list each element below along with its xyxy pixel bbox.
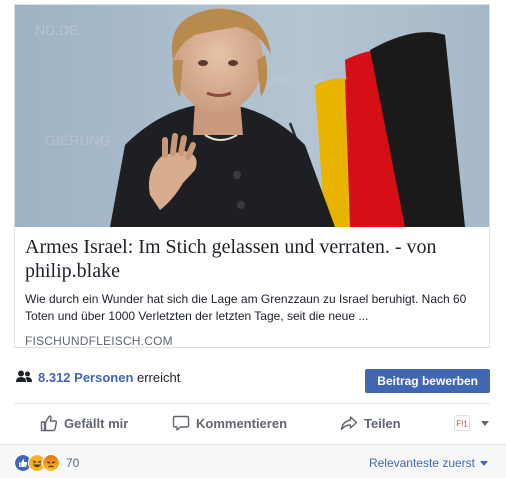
svg-text:F!1: F!1 [456,420,468,429]
sort-label: Relevanteste zuerst [368,456,475,470]
post-as-selector[interactable]: F!1 [454,404,489,442]
share-label: Teilen [364,415,401,431]
reach-count-link[interactable]: 8.312 Personen [38,370,133,385]
reach-text: 8.312 Personen erreicht [38,370,180,386]
link-preview-body: Armes Israel: Im Stich gelassen und verr… [25,235,481,348]
like-label: Gefällt mir [64,415,129,431]
comment-sort-dropdown[interactable]: Relevanteste zuerst [369,456,488,470]
chevron-down-icon [481,420,489,426]
action-bar: Gefällt mir Kommentieren Teilen F!1 [14,404,490,442]
like-button[interactable]: Gefällt mir [40,404,128,442]
share-icon [340,416,358,431]
article-image[interactable]: ND.DE BUNDESR GIERUNG [15,5,489,227]
article-source: FISCHUNDFLEISCH.COM [25,334,173,348]
reach-row: 8.312 Personen erreicht Beitrag bewerben [14,360,490,396]
comment-icon [172,415,190,431]
article-description: Wie durch ein Wunder hat sich die Lage a… [25,292,467,323]
thumbs-up-icon [40,415,58,432]
boost-post-button[interactable]: Beitrag bewerben [365,369,490,393]
link-preview-card[interactable]: ND.DE BUNDESR GIERUNG Armes Israel: Im S… [14,4,490,348]
reach-suffix: erreicht [133,370,181,385]
feed-post: ND.DE BUNDESR GIERUNG Armes Israel: Im S… [0,0,506,478]
svg-text:GIERUNG: GIERUNG [45,132,110,148]
share-button[interactable]: Teilen [340,404,401,442]
comment-label: Kommentieren [196,415,288,431]
reactions-bar: 70 Relevanteste zuerst [0,444,506,478]
comment-button[interactable]: Kommentieren [172,404,287,442]
svg-text:ND.DE: ND.DE [35,22,79,38]
angry-icon [42,454,60,472]
people-icon [16,370,32,382]
reaction-count: 70 [66,456,80,470]
article-title[interactable]: Armes Israel: Im Stich gelassen und verr… [25,235,481,283]
chevron-down-icon [480,460,488,466]
page-avatar-icon: F!1 [454,415,470,431]
reactions-summary[interactable]: 70 [14,454,79,472]
